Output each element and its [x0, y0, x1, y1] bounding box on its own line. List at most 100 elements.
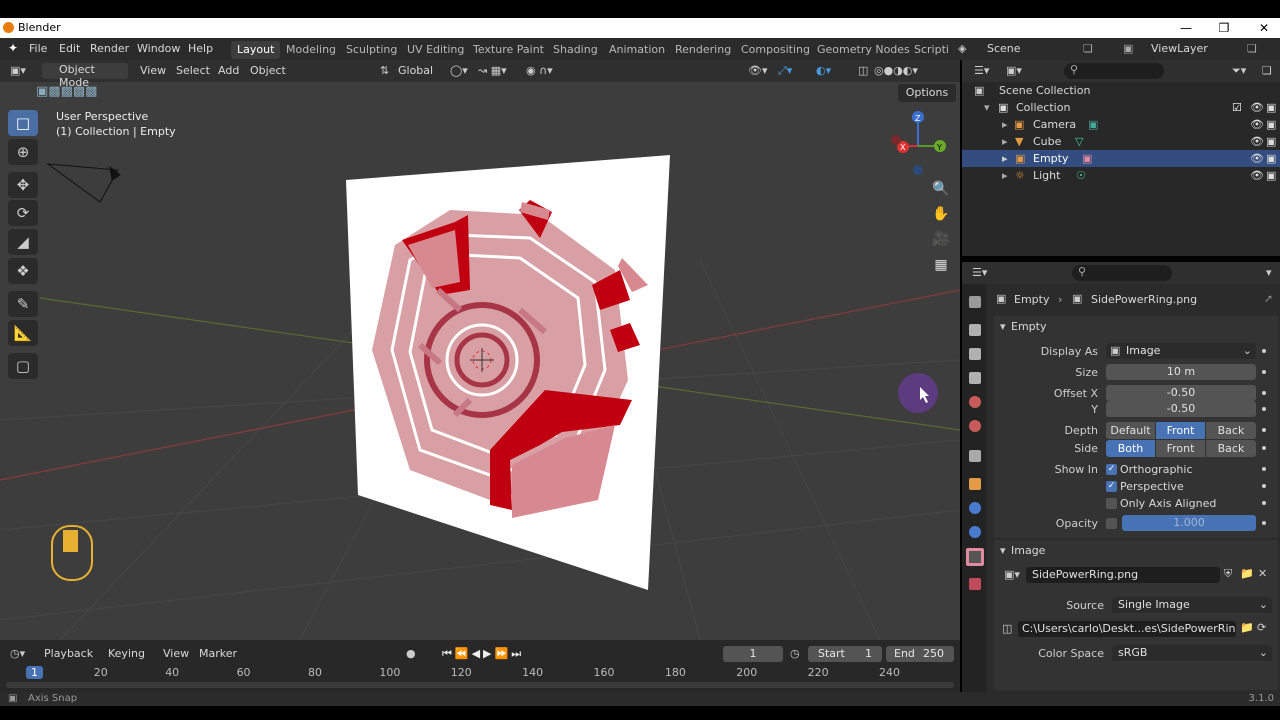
camera-view-icon[interactable]: 🎥	[930, 228, 952, 250]
expand-arrow-icon[interactable]: ▸	[1002, 135, 1008, 148]
timeline-scrollbar[interactable]	[6, 682, 954, 688]
tab-uv-editing[interactable]: UV Editing	[401, 41, 470, 59]
tab-texture-paint[interactable]: Texture Paint	[467, 41, 550, 59]
tab-geometry-nodes[interactable]: Geometry Nodes	[811, 41, 916, 59]
add-cube-tool-icon[interactable]: ▢	[8, 353, 38, 379]
texture-tab-icon[interactable]	[969, 578, 981, 590]
panel-collapse-icon[interactable]: ▾	[1000, 544, 1006, 557]
visibility-icon[interactable]: 👁▾	[748, 64, 768, 77]
camera-render-icon[interactable]: ▣	[1266, 152, 1276, 165]
depth-front-button[interactable]: Front	[1156, 422, 1205, 439]
orthographic-checkbox[interactable]: ✓	[1106, 464, 1117, 475]
shading-solid-icon[interactable]: ◎●◑◐▾	[874, 64, 918, 77]
outliner-search-input[interactable]: ⚲	[1064, 63, 1164, 79]
proportional-edit-icon[interactable]: ◉ ∩▾	[526, 64, 553, 77]
editor-type-icon[interactable]: ▣▾	[10, 64, 26, 77]
menu-help[interactable]: Help	[188, 42, 213, 55]
eye-icon[interactable]: 👁	[1250, 169, 1264, 182]
keyframe-dot[interactable]	[1262, 349, 1266, 353]
timeline-menu-view[interactable]: View	[163, 647, 189, 660]
keyframe-dot[interactable]	[1262, 446, 1266, 450]
transform-tool-icon[interactable]: ❖	[8, 258, 38, 284]
eye-icon[interactable]: 👁	[1250, 135, 1264, 148]
opacity-slider[interactable]: 1.000	[1122, 515, 1256, 531]
keyframe-dot[interactable]	[1262, 391, 1266, 395]
menu-file[interactable]: File	[29, 42, 47, 55]
display-mode-icon[interactable]: ▣▾	[1006, 64, 1022, 77]
eye-icon[interactable]: 👁	[1250, 152, 1264, 165]
side-back-button[interactable]: Back	[1206, 440, 1256, 457]
depth-back-button[interactable]: Back	[1206, 422, 1256, 439]
maximize-icon[interactable]: ❐	[1204, 19, 1244, 37]
menu-render[interactable]: Render	[90, 42, 129, 55]
start-frame-field[interactable]: Start 1	[808, 646, 882, 662]
outliner-scene-collection[interactable]: ▣ Scene Collection	[962, 82, 1280, 99]
timer-icon[interactable]: ◷	[790, 647, 800, 660]
camera-render-icon[interactable]: ▣	[1266, 169, 1276, 182]
viewport-menu-add[interactable]: Add	[218, 64, 239, 77]
outliner-collection[interactable]: ▾ ▣ Collection ☑ 👁 ▣	[962, 99, 1280, 116]
properties-options-icon[interactable]: ▾	[1266, 266, 1272, 279]
scene-name[interactable]: Scene	[987, 42, 1021, 55]
unlink-close-icon[interactable]: ✕	[1258, 567, 1267, 580]
gizmo-toggle-icon[interactable]: ⤢▾	[778, 64, 792, 78]
end-frame-field[interactable]: End 250	[886, 646, 954, 662]
tab-scripting[interactable]: Scripti	[908, 41, 955, 59]
filter-icon[interactable]: ⏷▾	[1232, 64, 1246, 78]
navigation-gizmo[interactable]: Z Y X	[891, 111, 946, 175]
keyframe-dot[interactable]	[1262, 407, 1266, 411]
image-panel-title[interactable]: Image	[1011, 544, 1045, 557]
minimize-icon[interactable]: —	[1166, 19, 1206, 37]
tab-layout[interactable]: Layout	[231, 41, 281, 59]
xray-icon[interactable]: ◫	[858, 64, 868, 77]
options-dropdown[interactable]: Options	[898, 84, 956, 102]
source-dropdown[interactable]: Single Image ⌄	[1112, 597, 1272, 613]
viewlayer-name[interactable]: ViewLayer	[1151, 42, 1208, 55]
rotate-tool-icon[interactable]: ⟳	[8, 200, 38, 226]
keyframe-dot[interactable]	[1262, 428, 1266, 432]
tab-modeling[interactable]: Modeling	[280, 41, 342, 59]
viewport-menu-select[interactable]: Select	[176, 64, 210, 77]
outliner-item-light[interactable]: ▸ ☼ Light ☉ 👁 ▣	[962, 167, 1280, 184]
scale-tool-icon[interactable]: ◢	[8, 229, 38, 255]
overlay-toggle-icon[interactable]: ◐▾	[816, 64, 831, 77]
selection-mode-icons[interactable]: ▣▩▩▩▩	[36, 84, 118, 102]
side-front-button[interactable]: Front	[1156, 440, 1205, 457]
expand-arrow-icon[interactable]: ▸	[1002, 152, 1008, 165]
move-tool-icon[interactable]: ✥	[8, 172, 38, 198]
expand-arrow-icon[interactable]: ▾	[984, 101, 990, 114]
image-browse-icon[interactable]: ▣▾	[1004, 568, 1020, 581]
select-box-tool[interactable]: □	[8, 110, 38, 136]
world-tab-icon[interactable]	[969, 420, 981, 432]
camera-render-icon[interactable]: ▣	[1266, 101, 1276, 114]
record-icon[interactable]: ●	[406, 647, 416, 660]
eye-icon[interactable]: 👁	[1250, 101, 1264, 114]
menu-edit[interactable]: Edit	[59, 42, 80, 55]
viewport-menu-object[interactable]: Object	[250, 64, 286, 77]
side-both-button[interactable]: Both	[1106, 440, 1155, 457]
camera-render-icon[interactable]: ▣	[1266, 118, 1276, 131]
keyframe-dot[interactable]	[1262, 484, 1266, 488]
physics-tab-icon[interactable]	[969, 502, 981, 514]
properties-editor-type-icon[interactable]: ☰▾	[972, 266, 987, 279]
keyframe-dot[interactable]	[1262, 370, 1266, 374]
constraints-tab-icon[interactable]	[969, 526, 981, 538]
ortho-grid-icon[interactable]: ▦	[930, 254, 952, 276]
pan-hand-icon[interactable]: ✋	[930, 203, 952, 225]
blender-menu-icon[interactable]: ✦	[8, 41, 18, 55]
measure-tool-icon[interactable]: 📐	[8, 320, 38, 346]
outliner-item-empty[interactable]: ▸ ▣ Empty ▣ 👁 ▣	[962, 150, 1280, 167]
outliner-editor-type-icon[interactable]: ☰▾	[974, 64, 989, 77]
new-viewlayer-icon[interactable]: ❏	[1247, 42, 1257, 55]
properties-search-input[interactable]: ⚲	[1072, 265, 1172, 281]
tab-sculpting[interactable]: Sculpting	[340, 41, 403, 59]
menu-window[interactable]: Window	[137, 42, 180, 55]
viewlayer-icon[interactable]: ▣	[1123, 42, 1133, 55]
playback-controls-icon[interactable]: ⏮⏪◀▶⏩⏭	[442, 647, 524, 661]
offset-y-field[interactable]: -0.50	[1106, 401, 1256, 417]
depth-default-button[interactable]: Default	[1106, 422, 1155, 439]
transform-orientation-icon[interactable]: ⇅	[380, 64, 389, 77]
fake-user-shield-icon[interactable]: ⛨	[1224, 567, 1232, 581]
tab-rendering[interactable]: Rendering	[669, 41, 737, 59]
3d-viewport[interactable]: Z Y X	[0, 60, 960, 640]
